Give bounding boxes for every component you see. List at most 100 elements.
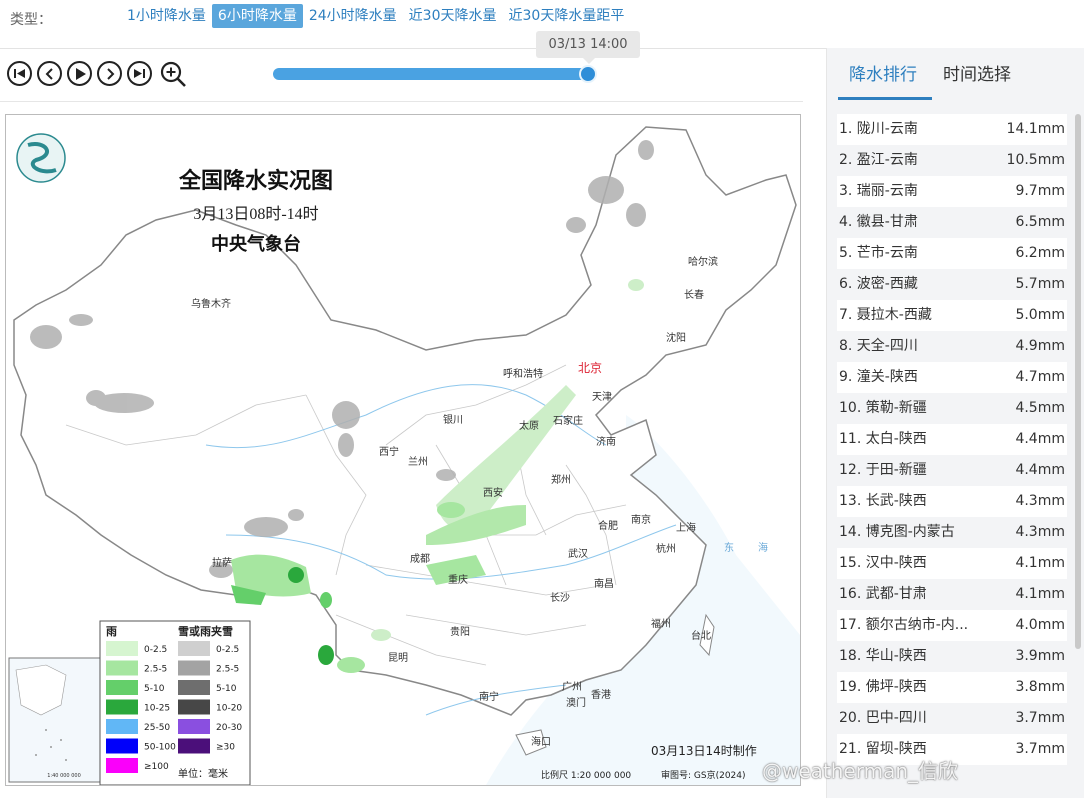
inset-scale: 1:40 000 000 bbox=[47, 773, 81, 779]
ranking-row[interactable]: 14. 博克图-内蒙古 4.3mm bbox=[837, 517, 1067, 548]
legend-label: 20-30 bbox=[216, 723, 242, 733]
ranking-station: 10. 策勒-新疆 bbox=[839, 400, 927, 416]
city-urumqi: 乌鲁木齐 bbox=[191, 297, 231, 310]
ranking-row[interactable]: 19. 佛坪-陕西 3.8mm bbox=[837, 672, 1067, 703]
ranking-row[interactable]: 16. 武都-甘肃 4.1mm bbox=[837, 579, 1067, 610]
ranking-value: 4.5mm bbox=[1015, 400, 1065, 416]
city-xining: 西宁 bbox=[379, 445, 399, 458]
ranking-station: 13. 长武-陕西 bbox=[839, 493, 927, 509]
ranking-value: 5.7mm bbox=[1015, 276, 1065, 292]
ranking-row[interactable]: 1. 陇川-云南 14.1mm bbox=[837, 114, 1067, 145]
ranking-value: 5.0mm bbox=[1015, 307, 1065, 323]
city-nanchang: 南昌 bbox=[594, 577, 614, 590]
ranking-station: 16. 武都-甘肃 bbox=[839, 586, 927, 602]
city-lanzhou: 兰州 bbox=[408, 455, 428, 468]
legend-label: 0-2.5 bbox=[144, 645, 167, 655]
ranking-station: 18. 华山-陕西 bbox=[839, 648, 927, 664]
ranking-row[interactable]: 12. 于田-新疆 4.4mm bbox=[837, 455, 1067, 486]
city-chengdu: 成都 bbox=[410, 553, 430, 565]
ranking-row[interactable]: 20. 巴中-四川 3.7mm bbox=[837, 703, 1067, 734]
time-slider[interactable] bbox=[273, 65, 597, 83]
ranking-row[interactable]: 15. 汉中-陕西 4.1mm bbox=[837, 548, 1067, 579]
map-canvas: 全国降水实况图 3月13日08时-14时 中央气象台 乌鲁木齐 哈尔滨 长春 沈… bbox=[8, 126, 800, 785]
legend-label: 25-50 bbox=[144, 723, 170, 733]
ranking-row[interactable]: 8. 天全-四川 4.9mm bbox=[837, 331, 1067, 362]
ranking-station: 15. 汉中-陕西 bbox=[839, 555, 927, 571]
previous-icon[interactable] bbox=[37, 61, 62, 86]
active-tab-indicator bbox=[838, 97, 932, 100]
ranking-station: 9. 潼关-陕西 bbox=[839, 369, 918, 385]
ranking-value: 3.7mm bbox=[1015, 741, 1065, 757]
tab-6h-precip[interactable]: 6小时降水量 bbox=[211, 4, 303, 28]
ranking-station: 19. 佛坪-陕西 bbox=[839, 679, 927, 695]
city-kunming: 昆明 bbox=[388, 652, 408, 664]
ranking-scrollbar[interactable] bbox=[1075, 114, 1081, 649]
ranking-value: 4.9mm bbox=[1015, 338, 1065, 354]
city-hangzhou: 杭州 bbox=[656, 542, 676, 555]
ranking-row[interactable]: 4. 徽县-甘肃 6.5mm bbox=[837, 207, 1067, 238]
zoom-in-icon[interactable] bbox=[159, 60, 187, 88]
city-jinan: 济南 bbox=[596, 435, 616, 448]
ranking-row[interactable]: 6. 波密-西藏 5.7mm bbox=[837, 269, 1067, 300]
legend-swatch bbox=[178, 699, 210, 715]
legend-swatch bbox=[106, 738, 138, 754]
ranking-value: 6.5mm bbox=[1015, 214, 1065, 230]
city-xian: 西安 bbox=[483, 486, 503, 499]
ranking-row[interactable]: 2. 盈江-云南 10.5mm bbox=[837, 145, 1067, 176]
ranking-station: 5. 芒市-云南 bbox=[839, 245, 918, 261]
legend-snow-title: 雪或雨夹雪 bbox=[178, 624, 233, 638]
tab-30d-anomaly[interactable]: 近30天降水量距平 bbox=[503, 4, 631, 28]
ranking-station: 2. 盈江-云南 bbox=[839, 152, 918, 168]
city-nanning: 南宁 bbox=[479, 690, 499, 703]
ranking-row[interactable]: 13. 长武-陕西 4.3mm bbox=[837, 486, 1067, 517]
city-changchun: 长春 bbox=[684, 289, 704, 301]
precipitation-map[interactable]: 全国降水实况图 3月13日08时-14时 中央气象台 乌鲁木齐 哈尔滨 长春 沈… bbox=[5, 114, 801, 786]
last-frame-icon[interactable] bbox=[127, 61, 152, 86]
legend-label: 5-10 bbox=[216, 684, 237, 694]
city-shenyang: 沈阳 bbox=[666, 331, 686, 344]
ranking-row[interactable]: 11. 太白-陕西 4.4mm bbox=[837, 424, 1067, 455]
city-haikou: 海口 bbox=[531, 735, 551, 748]
play-icon[interactable] bbox=[67, 61, 92, 86]
city-zhengzhou: 郑州 bbox=[551, 473, 571, 486]
south-china-sea-inset: 1:40 000 000 bbox=[8, 657, 102, 783]
ranking-station: 8. 天全-四川 bbox=[839, 338, 918, 354]
sea-label-sea: 海 bbox=[758, 541, 768, 554]
city-taiyuan: 太原 bbox=[519, 419, 539, 432]
ranking-value: 3.9mm bbox=[1015, 648, 1065, 664]
tab-time-select[interactable]: 时间选择 bbox=[943, 60, 1011, 85]
legend-label: 5-10 bbox=[144, 684, 165, 694]
ranking-value: 6.2mm bbox=[1015, 245, 1065, 261]
city-beijing: 北京 bbox=[578, 361, 602, 375]
tab-1h-precip[interactable]: 1小时降水量 bbox=[121, 4, 212, 28]
tab-24h-precip[interactable]: 24小时降水量 bbox=[303, 4, 403, 28]
time-tooltip: 03/13 14:00 bbox=[536, 31, 640, 64]
city-changsha: 长沙 bbox=[550, 592, 570, 604]
ranking-row[interactable]: 5. 芒市-云南 6.2mm bbox=[837, 238, 1067, 269]
ranking-station: 6. 波密-西藏 bbox=[839, 276, 918, 292]
ranking-row[interactable]: 10. 策勒-新疆 4.5mm bbox=[837, 393, 1067, 424]
city-chongqing: 重庆 bbox=[448, 573, 468, 586]
first-frame-icon[interactable] bbox=[7, 61, 32, 86]
map-made-time: 03月13日14时制作 bbox=[651, 744, 757, 758]
legend-swatch bbox=[106, 660, 138, 676]
tab-30d-precip[interactable]: 近30天降水量 bbox=[403, 4, 503, 28]
legend-swatch bbox=[178, 680, 210, 695]
legend-swatch bbox=[178, 660, 210, 676]
map-scale: 比例尺 1:20 000 000 bbox=[541, 769, 631, 781]
ranking-row[interactable]: 18. 华山-陕西 3.9mm bbox=[837, 641, 1067, 672]
legend-swatch bbox=[178, 719, 210, 734]
city-yinchuan: 银川 bbox=[443, 413, 463, 426]
sea-label-east: 东 bbox=[724, 541, 734, 554]
ranking-row[interactable]: 3. 瑞丽-云南 9.7mm bbox=[837, 176, 1067, 207]
slider-handle[interactable] bbox=[579, 65, 597, 83]
tab-precip-ranking[interactable]: 降水排行 bbox=[849, 60, 917, 85]
ranking-row[interactable]: 9. 潼关-陕西 4.7mm bbox=[837, 362, 1067, 393]
legend-label: ≥100 bbox=[144, 762, 169, 772]
city-fuzhou: 福州 bbox=[651, 617, 671, 630]
legend-swatch bbox=[106, 699, 138, 715]
next-icon[interactable] bbox=[97, 61, 122, 86]
precip-ranking-list: 1. 陇川-云南 14.1mm 2. 盈江-云南 10.5mm 3. 瑞丽-云南 9.7m… bbox=[837, 114, 1067, 765]
ranking-row[interactable]: 17. 额尔古纳市-内... 4.0mm bbox=[837, 610, 1067, 641]
ranking-row[interactable]: 7. 聂拉木-西藏 5.0mm bbox=[837, 300, 1067, 331]
